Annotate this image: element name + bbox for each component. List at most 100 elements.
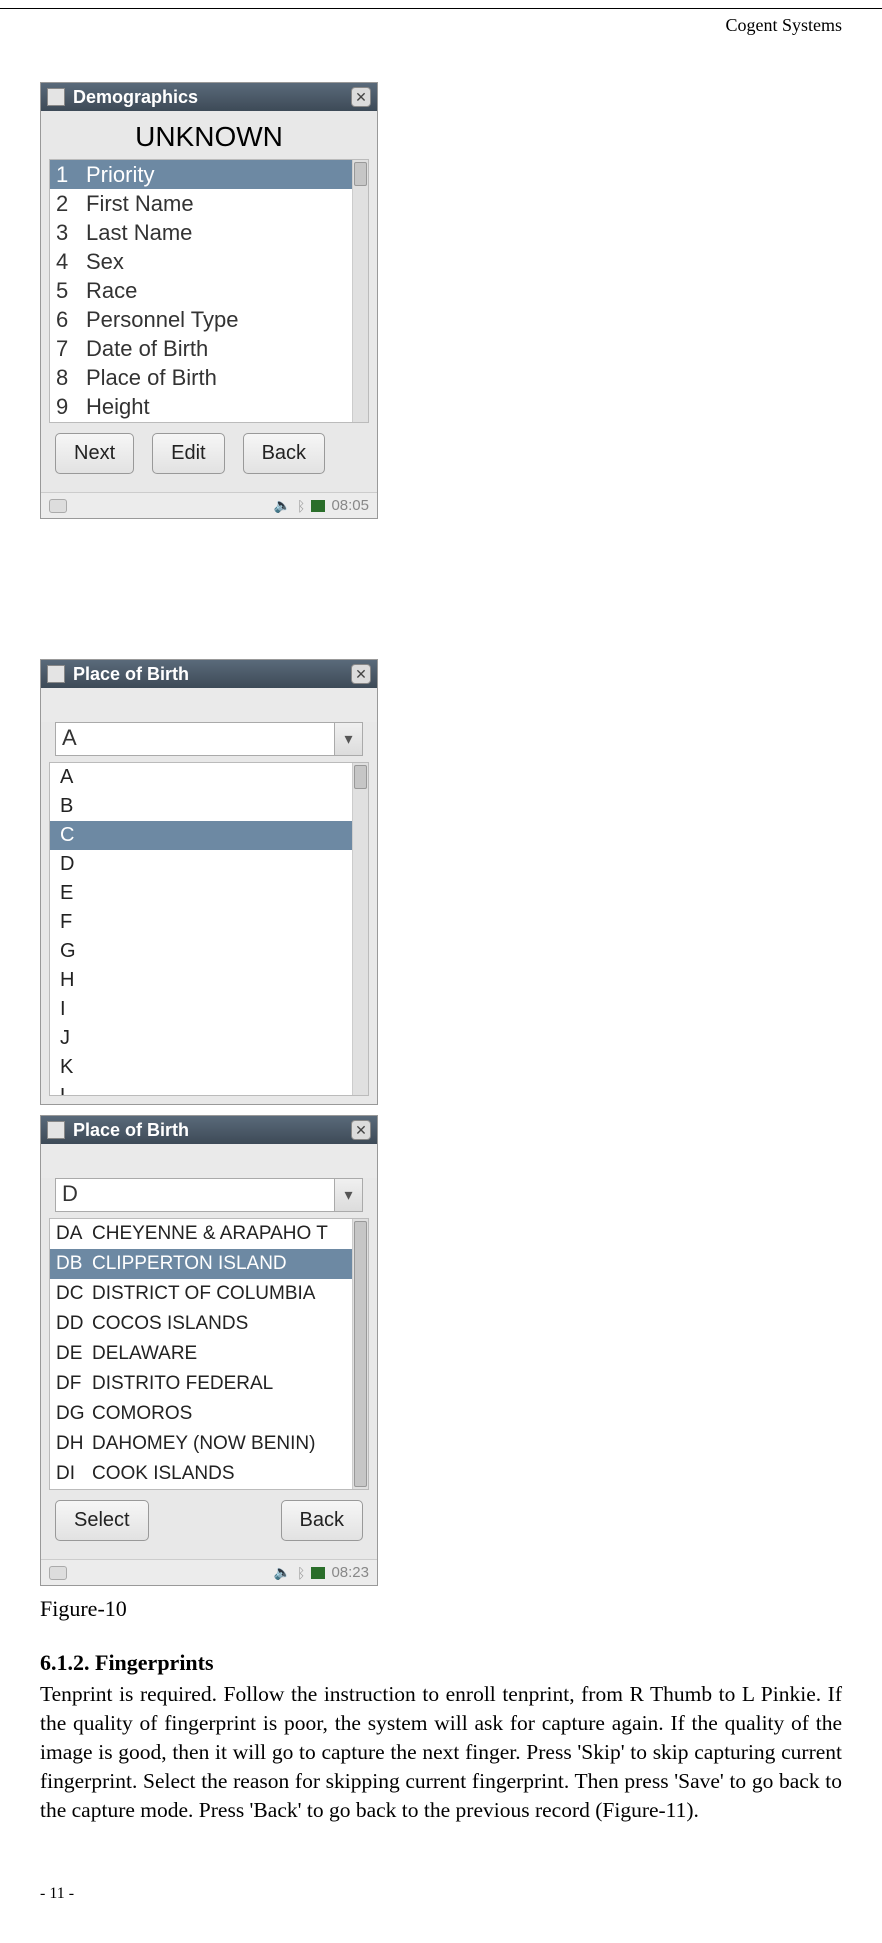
list-item[interactable]: DICOOK ISLANDS: [50, 1459, 368, 1489]
combo-input[interactable]: D: [55, 1178, 335, 1212]
item-label: DISTRITO FEDERAL: [92, 1373, 273, 1395]
list-item[interactable]: F: [50, 908, 368, 937]
chevron-down-icon[interactable]: ▾: [335, 1178, 363, 1212]
item-label: Sex: [86, 249, 124, 275]
list-item[interactable]: DEDELAWARE: [50, 1339, 368, 1369]
item-code: DD: [56, 1313, 92, 1335]
pob-dlist-window: Place of Birth ✕ D ▾ DACHEYENNE & ARAPAH…: [40, 1115, 378, 1586]
list-item[interactable]: DBCLIPPERTON ISLAND: [50, 1249, 368, 1279]
item-code: DF: [56, 1373, 92, 1395]
close-icon[interactable]: ✕: [351, 87, 371, 107]
window-titlebar: Demographics ✕: [41, 83, 377, 111]
status-left-icon: [49, 499, 67, 513]
back-button[interactable]: Back: [243, 433, 325, 474]
scrollbar[interactable]: [352, 160, 368, 422]
list-item[interactable]: I: [50, 995, 368, 1024]
network-icon: [311, 1567, 325, 1579]
place-list[interactable]: DACHEYENNE & ARAPAHO TDBCLIPPERTON ISLAN…: [49, 1218, 369, 1490]
list-item[interactable]: 8Place of Birth: [50, 363, 368, 392]
list-item[interactable]: DDCOCOS ISLANDS: [50, 1309, 368, 1339]
item-code: DC: [56, 1283, 92, 1305]
volume-icon: 🔈: [274, 497, 291, 514]
item-number: 1: [56, 162, 86, 188]
item-number: 6: [56, 307, 86, 333]
list-item[interactable]: DACHEYENNE & ARAPAHO T: [50, 1219, 368, 1249]
chevron-down-icon[interactable]: ▾: [335, 722, 363, 756]
item-label: CLIPPERTON ISLAND: [92, 1253, 287, 1275]
item-code: DA: [56, 1223, 92, 1245]
item-label: Race: [86, 278, 137, 304]
list-item[interactable]: DGCOMOROS: [50, 1399, 368, 1429]
item-label: Priority: [86, 162, 154, 188]
list-item[interactable]: C: [50, 821, 368, 850]
list-item[interactable]: J: [50, 1024, 368, 1053]
network-icon: [311, 500, 325, 512]
list-item[interactable]: 3Last Name: [50, 218, 368, 247]
list-item[interactable]: DHDAHOMEY (NOW BENIN): [50, 1429, 368, 1459]
header-company: Cogent Systems: [40, 9, 842, 42]
list-item[interactable]: H: [50, 966, 368, 995]
volume-icon: 🔈: [274, 1564, 291, 1581]
list-item[interactable]: 10Weight: [50, 421, 368, 423]
window-title: Demographics: [73, 87, 198, 108]
unknown-label: UNKNOWN: [49, 121, 369, 153]
list-item[interactable]: DFDISTRITO FEDERAL: [50, 1369, 368, 1399]
status-left-icon: [49, 1566, 67, 1580]
status-bar: 🔈 ᛒ 08:05: [41, 492, 377, 518]
list-item[interactable]: L: [50, 1082, 368, 1096]
combo-input[interactable]: A: [55, 722, 335, 756]
list-item[interactable]: 1Priority: [50, 160, 368, 189]
item-label: Weight: [86, 423, 154, 424]
item-number: 8: [56, 365, 86, 391]
item-number: 2: [56, 191, 86, 217]
window-icon: [47, 665, 65, 683]
item-label: CHEYENNE & ARAPAHO T: [92, 1223, 328, 1245]
pob-letters-window: Place of Birth ✕ A ▾ ABCDEFGHIJKL: [40, 659, 378, 1105]
item-number: 9: [56, 394, 86, 420]
item-label: Personnel Type: [86, 307, 238, 333]
item-label: Date of Birth: [86, 336, 208, 362]
item-label: COCOS ISLANDS: [92, 1313, 248, 1335]
letter-combo[interactable]: A ▾: [55, 722, 363, 756]
list-item[interactable]: 4Sex: [50, 247, 368, 276]
close-icon[interactable]: ✕: [351, 664, 371, 684]
list-item[interactable]: E: [50, 879, 368, 908]
next-button[interactable]: Next: [55, 433, 134, 474]
edit-button[interactable]: Edit: [152, 433, 224, 474]
list-item[interactable]: DCDISTRICT OF COLUMBIA: [50, 1279, 368, 1309]
item-code: DH: [56, 1433, 92, 1455]
list-item[interactable]: 5Race: [50, 276, 368, 305]
item-label: DISTRICT OF COLUMBIA: [92, 1283, 315, 1305]
select-button[interactable]: Select: [55, 1500, 149, 1541]
scrollbar[interactable]: [352, 763, 368, 1095]
list-item[interactable]: 9Height: [50, 392, 368, 421]
window-titlebar: Place of Birth ✕: [41, 660, 377, 688]
list-item[interactable]: D: [50, 850, 368, 879]
item-code: DE: [56, 1343, 92, 1365]
demographics-window: Demographics ✕ UNKNOWN 1Priority2First N…: [40, 82, 378, 519]
item-number: 7: [56, 336, 86, 362]
screenshot-grid: Demographics ✕ UNKNOWN 1Priority2First N…: [40, 82, 842, 1586]
item-label: COOK ISLANDS: [92, 1463, 235, 1485]
scrollbar[interactable]: [352, 1219, 368, 1489]
item-code: DI: [56, 1463, 92, 1485]
list-item[interactable]: 6Personnel Type: [50, 305, 368, 334]
list-item[interactable]: A: [50, 763, 368, 792]
bluetooth-icon: ᛒ: [297, 498, 305, 514]
item-label: Place of Birth: [86, 365, 217, 391]
demographics-list[interactable]: 1Priority2First Name3Last Name4Sex5Race6…: [49, 159, 369, 423]
item-number: 5: [56, 278, 86, 304]
close-icon[interactable]: ✕: [351, 1120, 371, 1140]
list-item[interactable]: B: [50, 792, 368, 821]
list-item[interactable]: 2First Name: [50, 189, 368, 218]
list-item[interactable]: K: [50, 1053, 368, 1082]
item-label: DELAWARE: [92, 1343, 197, 1365]
item-number: 10: [56, 423, 86, 424]
list-item[interactable]: G: [50, 937, 368, 966]
back-button[interactable]: Back: [281, 1500, 363, 1541]
letter-list[interactable]: ABCDEFGHIJKL: [49, 762, 369, 1096]
list-item[interactable]: 7Date of Birth: [50, 334, 368, 363]
window-titlebar: Place of Birth ✕: [41, 1116, 377, 1144]
letter-combo[interactable]: D ▾: [55, 1178, 363, 1212]
clock: 08:23: [331, 1564, 369, 1581]
